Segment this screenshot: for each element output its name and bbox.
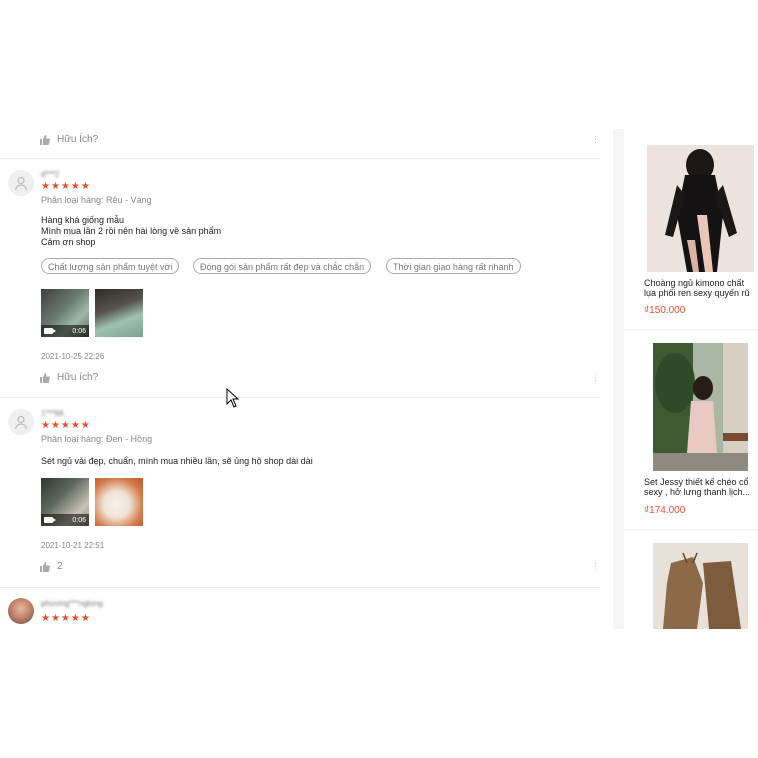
- video-duration: 0:06: [72, 516, 86, 524]
- divider: [0, 587, 600, 588]
- product-image: [647, 145, 754, 272]
- product-photo: [647, 145, 754, 272]
- review-tag: Thời gian giao hàng rất nhanh: [386, 258, 521, 274]
- review-photo-thumbnail[interactable]: [95, 478, 143, 526]
- review-video-thumbnail[interactable]: 0:06: [41, 478, 89, 526]
- product-image: [653, 343, 748, 471]
- review-text-line: Hàng khá giống mẫu: [41, 215, 125, 225]
- user-placeholder-icon: [14, 415, 28, 430]
- review-text-line: Sét ngủ vải đẹp, chuẩn, mình mua nhiều l…: [41, 456, 313, 466]
- like-count: 2: [57, 561, 63, 572]
- reviewer-name: phương***nglong: [41, 599, 103, 608]
- video-duration: 0:06: [72, 327, 86, 335]
- product-name: Set Jessy thiết kế chéo cổ sexy , hở lưn…: [644, 477, 750, 497]
- product-price: ₫174.000: [644, 505, 686, 516]
- like-button[interactable]: 2: [40, 561, 63, 572]
- review-date: 2021-10-21 22:51: [41, 541, 105, 550]
- avatar: [8, 598, 34, 624]
- product-card[interactable]: Choàng ngủ kimono chất lụa phối ren sexy…: [624, 129, 758, 329]
- mouse-cursor-icon: [226, 388, 240, 408]
- review-video-thumbnail[interactable]: 0:06: [41, 289, 89, 337]
- product-variant: Phân loại hàng: Rêu - Vàng: [41, 195, 152, 205]
- divider: [0, 397, 600, 398]
- thumbs-up-icon: [40, 372, 50, 383]
- review-tag: Đóng gói sản phẩm rất đẹp và chắc chắn: [193, 258, 372, 274]
- star-rating: ★★★★★: [41, 181, 91, 192]
- review-text-line: Cảm ơn shop: [41, 237, 96, 247]
- helpful-button[interactable]: Hữu Ích?: [40, 134, 98, 145]
- review-list: Hữu Ích? · · · d***2 ★★★★★ Phân loại hàng:…: [0, 126, 600, 629]
- review-date: 2021-10-25 22:26: [41, 352, 105, 361]
- review-photo-thumbnail[interactable]: [95, 289, 143, 337]
- video-camera-icon: [44, 517, 56, 523]
- product-variant: Phân loại hàng: Đen - Hồng: [41, 434, 153, 444]
- star-rating: ★★★★★: [41, 613, 91, 624]
- product-image: [653, 543, 748, 629]
- divider: [0, 158, 600, 159]
- avatar: [8, 170, 34, 196]
- reviewer-name: 1***66: [41, 409, 64, 418]
- avatar: [8, 409, 34, 435]
- helpful-label: Hữu ích?: [57, 372, 99, 383]
- product-name: Choàng ngủ kimono chất lụa phối ren sexy…: [644, 278, 750, 298]
- user-placeholder-icon: [14, 176, 28, 191]
- helpful-button[interactable]: Hữu ích?: [40, 372, 98, 383]
- product-photo: [653, 543, 748, 629]
- video-camera-icon: [44, 328, 56, 334]
- similar-products-panel: Choàng ngủ kimono chất lụa phối ren sexy…: [613, 129, 758, 629]
- product-card[interactable]: Set Jessy thiết kế chéo cổ sexy , hở lưn…: [624, 331, 758, 529]
- product-price: ₫150.000: [644, 305, 686, 316]
- thumbs-up-icon: [40, 134, 50, 145]
- more-options-icon[interactable]: · · ·: [594, 370, 597, 385]
- review-text-line: Mình mua lần 2 rồi nên hài lòng về sản p…: [41, 226, 222, 236]
- product-photo: [653, 343, 748, 471]
- thumbs-up-icon: [40, 561, 50, 572]
- star-rating: ★★★★★: [41, 420, 91, 431]
- product-card[interactable]: [624, 531, 758, 629]
- more-options-icon[interactable]: · · ·: [594, 132, 597, 147]
- helpful-label: Hữu Ích?: [57, 134, 99, 145]
- more-options-icon[interactable]: · · ·: [594, 559, 597, 574]
- reviewer-name: d***2: [41, 170, 60, 179]
- review-tag: Chất lượng sản phẩm tuyệt vời: [41, 258, 180, 274]
